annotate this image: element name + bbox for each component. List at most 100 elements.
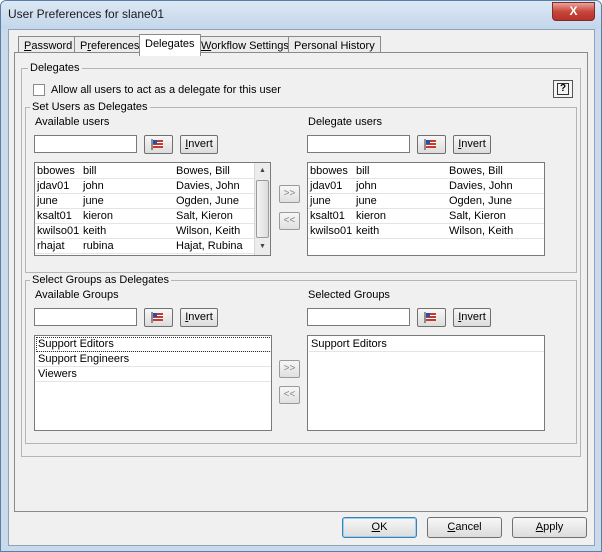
user-name: john xyxy=(356,180,377,192)
selected-groups-filter-button[interactable] xyxy=(417,308,446,327)
user-name: june xyxy=(83,195,104,207)
list-item[interactable]: jdav01 john Davies, John xyxy=(308,179,544,194)
user-name: kieron xyxy=(356,210,386,222)
user-name: rubina xyxy=(83,240,114,252)
list-item[interactable]: jdav01 john Davies, John xyxy=(35,179,254,194)
user-id: june xyxy=(310,195,331,207)
apply-accel: A xyxy=(535,521,544,533)
users-legend: Set Users as Delegates xyxy=(30,101,150,113)
user-name: keith xyxy=(356,225,380,237)
title-bar[interactable]: User Preferences for slane01 X xyxy=(1,1,601,29)
available-users-filter-input[interactable] xyxy=(34,135,137,153)
list-item[interactable]: Support Engineers xyxy=(36,352,271,367)
groups-legend: Select Groups as Delegates xyxy=(30,274,171,286)
user-fullname: Bowes, Bill xyxy=(449,165,503,177)
help-icon: ? xyxy=(557,83,569,95)
filter-flag-icon xyxy=(424,139,436,150)
remove-group-button[interactable]: << xyxy=(279,386,300,404)
user-id: rhajat xyxy=(37,240,65,252)
list-item[interactable]: kwilso01 keith Wilson, Keith xyxy=(35,224,254,239)
available-groups-filter-button[interactable] xyxy=(144,308,173,327)
user-name: june xyxy=(356,195,377,207)
list-item[interactable]: rhajat rubina Hajat, Rubina xyxy=(35,239,254,254)
user-name: john xyxy=(83,180,104,192)
list-item[interactable]: june june Ogden, June xyxy=(308,194,544,209)
available-groups-filter-input[interactable] xyxy=(34,308,137,326)
selected-groups-list[interactable]: Support Editors xyxy=(307,335,545,431)
user-fullname: Salt, Kieron xyxy=(176,210,233,222)
selected-groups-filter-input[interactable] xyxy=(307,308,410,326)
available-users-label: Available users xyxy=(35,116,110,128)
user-fullname: Ogden, June xyxy=(176,195,239,207)
allow-all-checkbox[interactable] xyxy=(33,84,45,96)
delegates-panel: Delegates Allow all users to act as a de… xyxy=(14,52,588,512)
available-groups-list[interactable]: Support Editors Support Engineers Viewer… xyxy=(34,335,272,431)
delegate-users-list[interactable]: bbowes bill Bowes, Bill jdav01 john Davies, … xyxy=(307,162,545,256)
user-name: kieron xyxy=(83,210,113,222)
list-item[interactable]: june june Ogden, June xyxy=(35,194,254,209)
ok-button[interactable]: OK xyxy=(342,517,417,538)
allow-all-label: Allow all users to act as a delegate for… xyxy=(51,84,281,96)
user-id: jdav01 xyxy=(37,180,70,192)
add-user-button[interactable]: >> xyxy=(279,185,300,203)
available-users-list[interactable]: bbowes bill Bowes, Bill jdav01 john Davies, … xyxy=(34,162,271,256)
tab-label: Personal History xyxy=(294,40,375,52)
add-group-button[interactable]: >> xyxy=(279,360,300,378)
scroll-thumb[interactable] xyxy=(256,180,269,238)
tab-label: eferences xyxy=(91,40,140,52)
tab-label: orkflow Settings xyxy=(211,40,289,52)
remove-user-button[interactable]: << xyxy=(279,212,300,230)
help-button[interactable]: ? xyxy=(553,80,573,98)
delegate-users-invert-button[interactable]: Invert xyxy=(453,135,491,154)
close-icon: X xyxy=(569,4,578,18)
user-name: bill xyxy=(356,165,370,177)
groups-group: Select Groups as Delegates Available Gro… xyxy=(25,274,577,444)
delegate-users-filter-button[interactable] xyxy=(417,135,446,154)
users-group: Set Users as Delegates Available users I… xyxy=(25,101,577,273)
list-item[interactable]: bbowes bill Bowes, Bill xyxy=(308,164,544,179)
user-fullname: Wilson, Keith xyxy=(176,225,241,237)
list-item[interactable]: bbowes bill Bowes, Bill xyxy=(35,164,254,179)
invert-label: nvert xyxy=(188,138,213,150)
apply-button[interactable]: Apply xyxy=(512,517,587,538)
list-item[interactable]: ksalt01 kieron Salt, Kieron xyxy=(308,209,544,224)
window-title: User Preferences for slane01 xyxy=(8,7,165,21)
user-id: kwilso01 xyxy=(310,225,353,237)
available-groups-invert-button[interactable]: Invert xyxy=(180,308,218,327)
delegates-group: Delegates Allow all users to act as a de… xyxy=(21,62,581,457)
dialog-client: Password Preferences Delegates Workflow … xyxy=(8,29,595,546)
user-id: june xyxy=(37,195,58,207)
user-id: bbowes xyxy=(310,165,348,177)
available-users-filter-button[interactable] xyxy=(144,135,173,154)
filter-flag-icon xyxy=(151,312,163,323)
user-fullname: Davies, John xyxy=(449,180,513,192)
list-item[interactable]: Support Editors xyxy=(36,337,271,352)
invert-label: nvert xyxy=(188,311,213,323)
available-users-scrollbar[interactable]: ▲ ▼ xyxy=(254,163,270,255)
list-item[interactable]: kwilso01 keith Wilson, Keith xyxy=(308,224,544,239)
ok-label: K xyxy=(380,521,388,533)
user-id: ksalt01 xyxy=(37,210,72,222)
user-id: ksalt01 xyxy=(310,210,345,222)
cancel-label: ancel xyxy=(455,521,482,533)
list-item[interactable]: ksalt01 kieron Salt, Kieron xyxy=(35,209,254,224)
delegate-users-label: Delegate users xyxy=(308,116,382,128)
tab-label: assword xyxy=(31,40,73,52)
scroll-up-icon[interactable]: ▲ xyxy=(255,163,270,179)
list-item[interactable]: Support Editors xyxy=(309,337,544,352)
cancel-button[interactable]: Cancel xyxy=(427,517,502,538)
scroll-down-icon[interactable]: ▼ xyxy=(255,239,270,255)
selected-groups-label: Selected Groups xyxy=(308,289,390,301)
available-groups-label: Available Groups xyxy=(35,289,119,301)
available-users-invert-button[interactable]: Invert xyxy=(180,135,218,154)
selected-groups-invert-button[interactable]: Invert xyxy=(453,308,491,327)
tab-accel: W xyxy=(201,40,212,52)
ok-accel: O xyxy=(371,521,381,533)
tab-delegates[interactable]: Delegates xyxy=(139,34,201,56)
close-button[interactable]: X xyxy=(552,2,595,21)
list-item[interactable]: Viewers xyxy=(36,367,271,382)
user-id: bbowes xyxy=(37,165,75,177)
user-fullname: Salt, Kieron xyxy=(449,210,506,222)
delegate-users-filter-input[interactable] xyxy=(307,135,410,153)
apply-label: pply xyxy=(543,521,564,533)
